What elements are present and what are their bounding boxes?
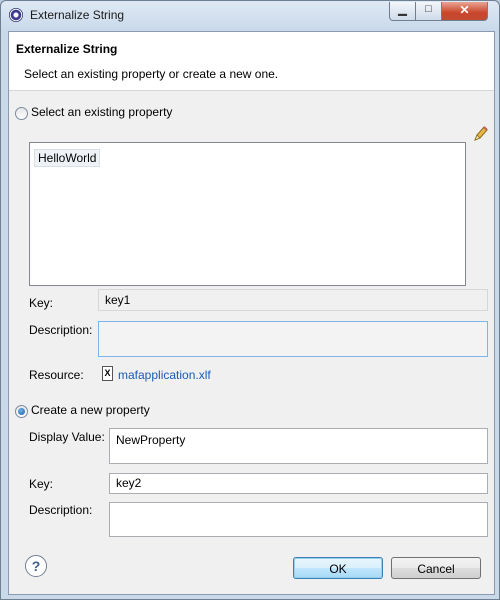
minimize-icon: ▁ <box>398 4 407 16</box>
existing-properties-list[interactable]: HelloWorld <box>29 142 466 286</box>
pencil-icon[interactable] <box>472 125 488 143</box>
cancel-button[interactable]: Cancel <box>391 557 481 579</box>
maximize-button[interactable]: □ <box>415 2 442 21</box>
xlf-file-icon: X <box>102 366 113 381</box>
eclipse-app-icon <box>9 8 23 22</box>
dialog-content: Externalize String Select an existing pr… <box>8 31 495 595</box>
minimize-button[interactable]: ▁ <box>389 2 416 21</box>
banner-title: Externalize String <box>16 42 118 56</box>
new-description-field[interactable] <box>109 502 488 537</box>
maximize-icon: □ <box>425 3 432 15</box>
existing-key-label: Key: <box>29 296 54 310</box>
close-icon: ✕ <box>459 3 470 17</box>
window-title: Externalize String <box>30 8 125 22</box>
select-existing-label[interactable]: Select an existing property <box>31 105 172 119</box>
help-icon[interactable]: ? <box>25 555 47 577</box>
create-new-radio[interactable] <box>15 405 28 418</box>
existing-description-label: Description: <box>29 323 93 337</box>
display-value-field[interactable]: NewProperty <box>109 428 488 464</box>
existing-description-field[interactable] <box>98 321 488 357</box>
title-banner: Externalize String Select an existing pr… <box>9 32 494 91</box>
new-description-label: Description: <box>29 503 93 517</box>
new-key-field[interactable]: key2 <box>109 473 488 494</box>
list-item[interactable]: HelloWorld <box>34 149 101 167</box>
resource-label: Resource: <box>29 368 84 382</box>
close-button[interactable]: ✕ <box>441 2 488 21</box>
existing-key-field: key1 <box>98 289 488 311</box>
new-key-label: Key: <box>29 477 54 491</box>
select-existing-radio[interactable] <box>15 107 28 120</box>
banner-message: Select an existing property or create a … <box>24 67 279 81</box>
create-new-label[interactable]: Create a new property <box>31 403 150 417</box>
resource-link[interactable]: mafapplication.xlf <box>118 368 211 382</box>
title-bar[interactable]: Externalize String ▁ □ ✕ <box>1 1 499 31</box>
ok-button[interactable]: OK <box>293 557 383 579</box>
display-value-label: Display Value: <box>29 430 105 444</box>
dialog-window: Externalize String ▁ □ ✕ Externalize Str… <box>0 0 500 600</box>
